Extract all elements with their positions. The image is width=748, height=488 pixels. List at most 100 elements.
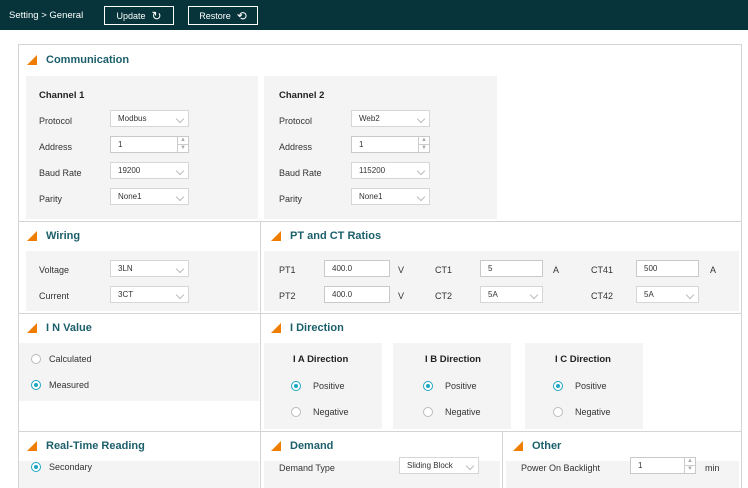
address-stepper[interactable]: ▲ ▼ — [418, 137, 429, 152]
other-title-text: Other — [532, 440, 562, 452]
ia-negative-radio[interactable] — [291, 407, 301, 417]
section-marker-icon — [271, 441, 281, 451]
address-label: Address — [279, 142, 313, 152]
in-value-title-text: I N Value — [46, 322, 92, 334]
update-button[interactable]: Update ↻ — [104, 6, 174, 25]
wiring-title-text: Wiring — [46, 230, 81, 242]
current-select[interactable]: 3CT — [110, 286, 189, 303]
protocol-label: Protocol — [39, 116, 73, 126]
channel-1-panel: Channel 1 Protocol Modbus Address 1 ▲ ▼ B… — [26, 76, 258, 219]
current-value: 3CT — [118, 290, 134, 299]
update-button-label: Update — [116, 10, 146, 21]
section-marker-icon — [271, 323, 281, 333]
ib-positive-radio[interactable] — [423, 381, 433, 391]
channel-2-parity-value: None1 — [359, 192, 383, 201]
demand-title: Demand — [271, 440, 333, 452]
ct1-label: CT1 — [435, 265, 453, 275]
communication-title: Communication — [27, 54, 129, 66]
channel-1-protocol-select[interactable]: Modbus — [110, 110, 189, 127]
channel-2-protocol-select[interactable]: Web2 — [351, 110, 430, 127]
ib-direction-title: I B Direction — [425, 354, 481, 365]
channel-1-baud-select[interactable]: 19200 — [110, 162, 189, 179]
channel-2-parity-select[interactable]: None1 — [351, 188, 430, 205]
pt2-label: PT2 — [279, 291, 296, 301]
ic-negative-radio[interactable] — [553, 407, 563, 417]
calculated-label: Calculated — [49, 354, 92, 364]
positive-label: Positive — [445, 381, 477, 391]
calculated-radio[interactable] — [31, 354, 41, 364]
channel-2-address-input[interactable]: 1 ▲ ▼ — [351, 136, 430, 153]
breadcrumb: Setting > General — [9, 10, 84, 21]
stepper-up-icon[interactable]: ▲ — [419, 137, 429, 145]
backlight-stepper[interactable]: ▲ ▼ — [684, 458, 695, 473]
realtime-title: Real-Time Reading — [27, 440, 145, 452]
channel-1-parity-value: None1 — [118, 192, 142, 201]
pt2-value: 400.0 — [332, 290, 353, 299]
backlight-value: 1 — [638, 461, 643, 470]
demand-panel: Demand Type Sliding Block — [264, 457, 500, 488]
protocol-label: Protocol — [279, 116, 313, 126]
negative-label: Negative — [313, 407, 349, 417]
backlight-input[interactable]: 1 ▲ ▼ — [630, 457, 696, 474]
pt1-input[interactable]: 400.0 — [324, 260, 390, 277]
stepper-up-icon[interactable]: ▲ — [178, 137, 188, 145]
secondary-radio[interactable] — [31, 462, 41, 472]
voltage-select[interactable]: 3LN — [110, 260, 189, 277]
wiring-panel: Voltage 3LN Current 3CT — [26, 251, 258, 311]
section-marker-icon — [271, 231, 281, 241]
other-title: Other — [513, 440, 561, 452]
channel-1-baud-value: 19200 — [118, 166, 141, 175]
chevron-down-icon — [529, 290, 539, 300]
divider — [19, 313, 741, 314]
ct1-input[interactable]: 5 — [480, 260, 543, 277]
ct41-value: 500 — [644, 264, 658, 273]
backlight-unit: min — [705, 463, 720, 473]
ratios-title-text: PT and CT Ratios — [290, 230, 382, 242]
ic-positive-radio[interactable] — [553, 381, 563, 391]
channel-2-baud-select[interactable]: 115200 — [351, 162, 430, 179]
measured-label: Measured — [49, 380, 90, 390]
channel-2-baud-value: 115200 — [359, 166, 386, 175]
ic-direction-panel: I C Direction Positive Negative — [525, 343, 643, 429]
ia-positive-radio[interactable] — [291, 381, 301, 391]
section-marker-icon — [27, 323, 37, 333]
other-panel: Power On Backlight 1 ▲ ▼ min — [506, 457, 739, 488]
section-marker-icon — [27, 441, 37, 451]
demand-type-select[interactable]: Sliding Block — [399, 457, 479, 474]
direction-title: I Direction — [271, 322, 344, 334]
pt2-input[interactable]: 400.0 — [324, 286, 390, 303]
chevron-down-icon — [175, 290, 185, 300]
ratios-panel: PT1 400.0 V PT2 400.0 V CT1 5 A CT2 5A C… — [264, 251, 739, 311]
stepper-down-icon[interactable]: ▼ — [178, 145, 188, 153]
parity-label: Parity — [279, 194, 303, 204]
negative-label: Negative — [575, 407, 611, 417]
realtime-panel: Secondary — [19, 461, 259, 488]
ct42-select[interactable]: 5A — [636, 286, 699, 303]
ct42-value: 5A — [644, 290, 654, 299]
channel-1-parity-select[interactable]: None1 — [110, 188, 189, 205]
section-marker-icon — [27, 231, 37, 241]
divider — [502, 431, 503, 488]
stepper-up-icon[interactable]: ▲ — [685, 458, 695, 466]
ib-negative-radio[interactable] — [423, 407, 433, 417]
direction-title-text: I Direction — [290, 322, 344, 334]
backlight-label: Power On Backlight — [521, 463, 601, 473]
stepper-down-icon[interactable]: ▼ — [419, 145, 429, 153]
stepper-down-icon[interactable]: ▼ — [685, 466, 695, 474]
positive-label: Positive — [313, 381, 345, 391]
measured-radio[interactable] — [31, 380, 41, 390]
address-stepper[interactable]: ▲ ▼ — [177, 137, 188, 152]
ct2-select[interactable]: 5A — [480, 286, 543, 303]
wiring-title: Wiring — [27, 230, 80, 242]
positive-label: Positive — [575, 381, 607, 391]
communication-title-text: Communication — [46, 54, 130, 66]
channel-1-title: Channel 1 — [39, 90, 85, 101]
top-bar: Setting > General Update ↻ Restore ⟲ — [0, 0, 748, 30]
chevron-down-icon — [465, 461, 475, 471]
baud-rate-label: Baud Rate — [39, 168, 82, 178]
restore-button[interactable]: Restore ⟲ — [188, 6, 258, 25]
channel-1-address-input[interactable]: 1 ▲ ▼ — [110, 136, 189, 153]
ratios-title: PT and CT Ratios — [271, 230, 381, 242]
ct41-input[interactable]: 500 — [636, 260, 699, 277]
pt1-unit: V — [398, 265, 405, 275]
